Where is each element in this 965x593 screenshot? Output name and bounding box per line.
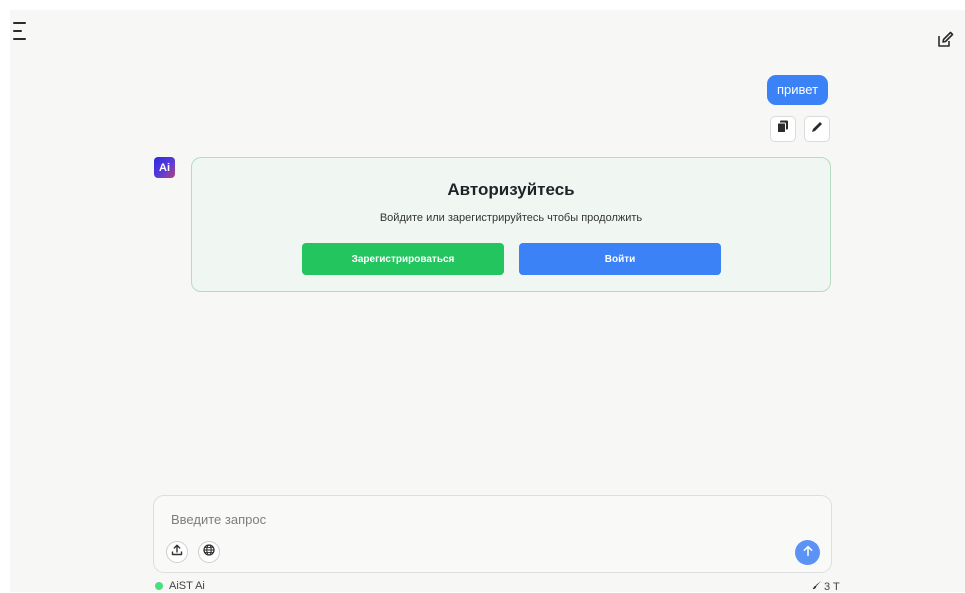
model-name: AiST Ai <box>169 580 205 592</box>
top-strip <box>0 0 965 10</box>
pencil-icon <box>810 120 824 139</box>
token-counter: 3 T <box>812 580 840 593</box>
edit-message-button[interactable] <box>804 116 830 142</box>
globe-icon <box>203 543 215 561</box>
auth-subtitle: Войдите или зарегистрируйтесь чтобы прод… <box>379 212 643 224</box>
web-search-button[interactable] <box>198 541 220 563</box>
edit-icon[interactable] <box>935 30 955 50</box>
brush-icon <box>812 580 822 593</box>
status-dot <box>155 582 163 590</box>
arrow-up-icon <box>802 544 814 562</box>
auth-title: Авторизуйтесь <box>447 180 575 199</box>
prompt-input[interactable] <box>171 510 771 528</box>
send-button[interactable] <box>795 540 820 565</box>
upload-button[interactable] <box>166 541 188 563</box>
model-status[interactable]: AiST Ai <box>155 580 205 592</box>
message-actions <box>770 116 830 142</box>
token-count: 3 T <box>824 580 840 593</box>
user-message-bubble: привет <box>767 75 829 105</box>
copy-button[interactable] <box>770 116 796 142</box>
user-message: привет <box>767 75 829 105</box>
login-button[interactable]: Войти <box>519 243 721 275</box>
menu-icon[interactable] <box>13 22 33 40</box>
copy-icon <box>777 120 789 138</box>
upload-icon <box>171 543 183 561</box>
register-button[interactable]: Зарегистрироваться <box>302 243 504 275</box>
auth-card: Авторизуйтесь Войдите или зарегистрируйт… <box>191 157 831 292</box>
composer <box>153 495 832 573</box>
ai-avatar: Ai <box>154 157 175 178</box>
